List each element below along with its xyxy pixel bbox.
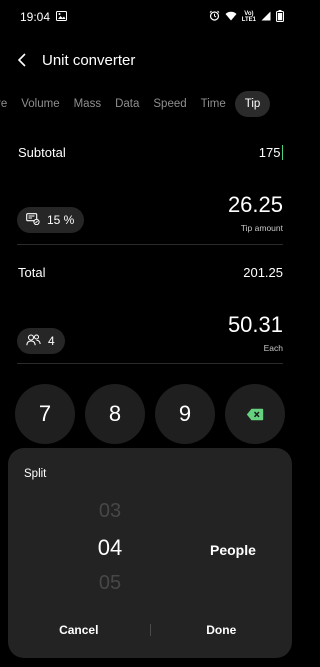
tab-mass[interactable]: Mass bbox=[67, 91, 108, 117]
done-button[interactable]: Done bbox=[151, 623, 293, 637]
cancel-button[interactable]: Cancel bbox=[8, 623, 150, 637]
text-cursor bbox=[281, 145, 283, 160]
divider bbox=[17, 244, 283, 245]
keypad: 7 8 9 bbox=[15, 384, 285, 444]
signal-icon bbox=[261, 10, 271, 24]
tab-area[interactable]: re bbox=[0, 91, 14, 117]
dialog-title: Split bbox=[24, 468, 47, 480]
category-tabs: re Volume Mass Data Speed Time Tip bbox=[0, 90, 300, 118]
subtotal-input[interactable]: 175 bbox=[259, 145, 283, 160]
total-label: Total bbox=[18, 265, 46, 280]
back-button[interactable] bbox=[2, 46, 42, 74]
people-icon bbox=[26, 333, 41, 349]
status-bar: 19:04 Vo) LTE1 bbox=[0, 0, 300, 34]
subtotal-value: 175 bbox=[258, 145, 281, 160]
tab-data[interactable]: Data bbox=[108, 91, 146, 117]
status-right: Vo) LTE1 bbox=[209, 9, 284, 25]
each-caption: Each bbox=[263, 343, 283, 353]
subtotal-label: Subtotal bbox=[18, 145, 66, 160]
tab-tip[interactable]: Tip bbox=[234, 91, 271, 117]
page-title: Unit converter bbox=[42, 51, 136, 69]
chevron-left-icon bbox=[17, 53, 26, 67]
picker-selected-value[interactable]: 04 bbox=[80, 535, 140, 561]
wifi-icon bbox=[225, 10, 237, 24]
tab-time[interactable]: Time bbox=[194, 91, 233, 117]
lte-indicator: Vo) LTE1 bbox=[242, 11, 256, 23]
backspace-button[interactable] bbox=[225, 384, 285, 444]
picker-prev-value[interactable]: 03 bbox=[80, 500, 140, 523]
total-value: 201.25 bbox=[243, 265, 283, 280]
battery-icon bbox=[276, 9, 284, 25]
each-amount-value: 50.31 bbox=[227, 312, 283, 337]
key-8[interactable]: 8 bbox=[85, 384, 145, 444]
tip-percent-value: 15 % bbox=[47, 213, 75, 227]
key-9[interactable]: 9 bbox=[155, 384, 215, 444]
dialog-actions: Cancel Done bbox=[8, 620, 292, 640]
people-count: 4 bbox=[48, 334, 55, 348]
split-people-button[interactable]: 4 bbox=[17, 328, 65, 354]
tip-icon bbox=[26, 212, 40, 228]
status-left: 19:04 bbox=[20, 10, 68, 24]
tip-amount-value: 26.25 bbox=[227, 192, 283, 217]
app-header: Unit converter bbox=[0, 46, 300, 74]
backspace-icon bbox=[246, 408, 264, 420]
tip-amount-caption: Tip amount bbox=[240, 223, 283, 233]
picker-next-value[interactable]: 05 bbox=[80, 572, 140, 595]
key-7[interactable]: 7 bbox=[15, 384, 75, 444]
tab-speed[interactable]: Speed bbox=[146, 91, 193, 117]
picker-unit-label: People bbox=[210, 542, 256, 558]
divider bbox=[17, 363, 283, 364]
number-picker[interactable]: 03 04 05 bbox=[80, 500, 140, 600]
split-picker-dialog: Split 03 04 05 People Cancel Done bbox=[8, 448, 292, 658]
tip-percent-button[interactable]: 15 % bbox=[17, 207, 85, 233]
alarm-icon bbox=[209, 10, 220, 24]
status-time: 19:04 bbox=[20, 10, 51, 24]
tab-volume[interactable]: Volume bbox=[14, 91, 66, 117]
image-icon bbox=[56, 10, 68, 24]
lte-bottom: LTE1 bbox=[241, 17, 256, 23]
